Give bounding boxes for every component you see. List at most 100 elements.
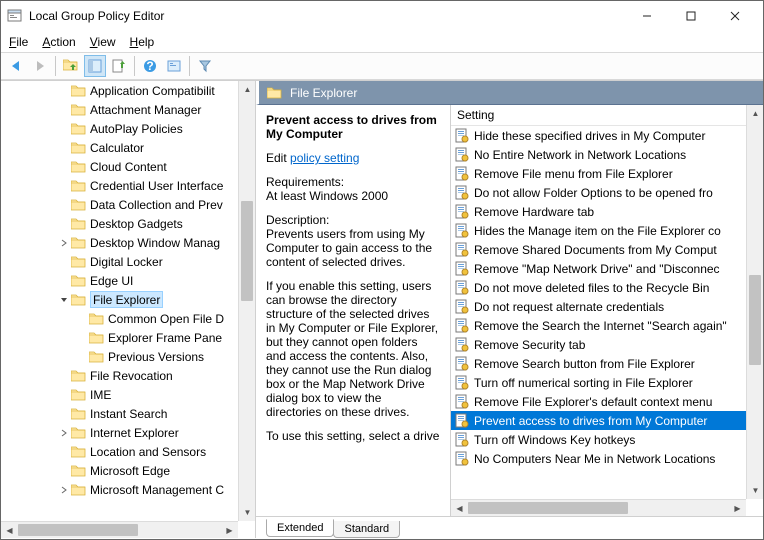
policy-icon bbox=[455, 299, 470, 314]
setting-row[interactable]: Turn off Windows Key hotkeys bbox=[451, 430, 763, 449]
menu-view[interactable]: View bbox=[90, 35, 116, 49]
tree-item[interactable]: Common Open File D bbox=[1, 309, 238, 328]
help-button[interactable]: ? bbox=[139, 55, 161, 77]
tree-horizontal-scrollbar[interactable]: ◀ ▶ bbox=[1, 521, 238, 538]
edit-policy-link[interactable]: policy setting bbox=[290, 151, 359, 165]
setting-row[interactable]: Remove "Map Network Drive" and "Disconne… bbox=[451, 259, 763, 278]
tree-item[interactable]: Calculator bbox=[1, 138, 238, 157]
scroll-right-icon[interactable]: ▶ bbox=[729, 500, 746, 516]
tree-item[interactable]: Digital Locker bbox=[1, 252, 238, 271]
scroll-thumb[interactable] bbox=[468, 502, 628, 514]
settings-vertical-scrollbar[interactable]: ▲ ▼ bbox=[746, 105, 763, 499]
setting-row[interactable]: Remove File Explorer's default context m… bbox=[451, 392, 763, 411]
scroll-right-icon[interactable]: ▶ bbox=[221, 522, 238, 538]
setting-row[interactable]: No Entire Network in Network Locations bbox=[451, 145, 763, 164]
scroll-up-icon[interactable]: ▲ bbox=[747, 105, 763, 122]
properties-button[interactable] bbox=[163, 55, 185, 77]
menu-file[interactable]: File bbox=[9, 35, 28, 49]
tree-item[interactable]: File Revocation bbox=[1, 366, 238, 385]
tree-vertical-scrollbar[interactable]: ▲ ▼ bbox=[238, 81, 255, 521]
tree-item[interactable]: Attachment Manager bbox=[1, 100, 238, 119]
scroll-down-icon[interactable]: ▼ bbox=[747, 482, 763, 499]
tree-item[interactable]: Previous Versions bbox=[1, 347, 238, 366]
show-tree-button[interactable] bbox=[84, 55, 106, 77]
setting-row[interactable]: Hide these specified drives in My Comput… bbox=[451, 126, 763, 145]
setting-row[interactable]: Remove Security tab bbox=[451, 335, 763, 354]
svg-text:?: ? bbox=[146, 59, 153, 73]
setting-row[interactable]: Remove the Search the Internet "Search a… bbox=[451, 316, 763, 335]
folder-icon bbox=[71, 160, 86, 173]
window-title: Local Group Policy Editor bbox=[29, 9, 625, 23]
tab-standard[interactable]: Standard bbox=[333, 521, 400, 538]
policy-icon bbox=[455, 337, 470, 352]
tree-item[interactable]: Credential User Interface bbox=[1, 176, 238, 195]
setting-row[interactable]: Do not request alternate credentials bbox=[451, 297, 763, 316]
tree-item[interactable]: IME bbox=[1, 385, 238, 404]
scroll-up-icon[interactable]: ▲ bbox=[239, 81, 256, 98]
policy-icon bbox=[455, 413, 470, 428]
scroll-left-icon[interactable]: ◀ bbox=[1, 522, 18, 538]
setting-row[interactable]: Hides the Manage item on the File Explor… bbox=[451, 221, 763, 240]
scroll-down-icon[interactable]: ▼ bbox=[239, 504, 256, 521]
menu-action[interactable]: Action bbox=[42, 35, 75, 49]
chevron-right-icon[interactable] bbox=[57, 239, 71, 247]
close-button[interactable] bbox=[713, 2, 757, 30]
setting-label: Remove File menu from File Explorer bbox=[474, 167, 673, 181]
tree-view[interactable]: Application Compatibilit Attachment Manag… bbox=[1, 81, 238, 521]
maximize-button[interactable] bbox=[669, 2, 713, 30]
tree-item[interactable]: Data Collection and Prev bbox=[1, 195, 238, 214]
tree-item[interactable]: Desktop Gadgets bbox=[1, 214, 238, 233]
setting-row[interactable]: Prevent access to drives from My Compute… bbox=[451, 411, 763, 430]
up-folder-button[interactable] bbox=[60, 55, 82, 77]
menu-help[interactable]: Help bbox=[130, 35, 155, 49]
folder-icon bbox=[71, 179, 86, 192]
policy-icon bbox=[455, 242, 470, 257]
setting-row[interactable]: No Computers Near Me in Network Location… bbox=[451, 449, 763, 468]
filter-button[interactable] bbox=[194, 55, 216, 77]
tree-item[interactable]: Instant Search bbox=[1, 404, 238, 423]
folder-icon bbox=[71, 426, 86, 439]
policy-icon bbox=[455, 204, 470, 219]
setting-row[interactable]: Remove Shared Documents from My Comput bbox=[451, 240, 763, 259]
folder-icon bbox=[89, 350, 104, 363]
settings-horizontal-scrollbar[interactable]: ◀ ▶ bbox=[451, 499, 746, 516]
tree-item[interactable]: Explorer Frame Pane bbox=[1, 328, 238, 347]
chevron-right-icon[interactable] bbox=[57, 429, 71, 437]
policy-icon bbox=[455, 166, 470, 181]
back-button[interactable] bbox=[5, 55, 27, 77]
folder-icon bbox=[89, 331, 104, 344]
tree-item[interactable]: Microsoft Management C bbox=[1, 480, 238, 499]
tree-item[interactable]: Internet Explorer bbox=[1, 423, 238, 442]
scroll-thumb[interactable] bbox=[241, 201, 253, 301]
settings-list-pane: Setting Hide these specified drives in M… bbox=[451, 105, 763, 516]
scroll-left-icon[interactable]: ◀ bbox=[451, 500, 468, 516]
tree-item[interactable]: Desktop Window Manag bbox=[1, 233, 238, 252]
tree-item[interactable]: Microsoft Edge bbox=[1, 461, 238, 480]
export-list-button[interactable] bbox=[108, 55, 130, 77]
setting-row[interactable]: Remove Search button from File Explorer bbox=[451, 354, 763, 373]
minimize-button[interactable] bbox=[625, 2, 669, 30]
setting-row[interactable]: Do not move deleted files to the Recycle… bbox=[451, 278, 763, 297]
description-p2: If you enable this setting, users can br… bbox=[266, 279, 440, 419]
tree-item[interactable]: AutoPlay Policies bbox=[1, 119, 238, 138]
setting-row[interactable]: Remove File menu from File Explorer bbox=[451, 164, 763, 183]
chevron-right-icon[interactable] bbox=[57, 486, 71, 494]
settings-column-header[interactable]: Setting bbox=[451, 105, 763, 126]
setting-row[interactable]: Turn off numerical sorting in File Explo… bbox=[451, 373, 763, 392]
tree-item-label: Attachment Manager bbox=[90, 103, 201, 117]
setting-row[interactable]: Do not allow Folder Options to be opened… bbox=[451, 183, 763, 202]
tab-extended[interactable]: Extended bbox=[266, 519, 334, 537]
scroll-thumb[interactable] bbox=[749, 275, 761, 365]
scroll-thumb[interactable] bbox=[18, 524, 138, 536]
tree-item[interactable]: Application Compatibilit bbox=[1, 81, 238, 100]
setting-label: Turn off Windows Key hotkeys bbox=[474, 433, 635, 447]
forward-button[interactable] bbox=[29, 55, 51, 77]
chevron-down-icon[interactable] bbox=[57, 296, 71, 304]
tree-item[interactable]: File Explorer bbox=[1, 290, 238, 309]
requirements: Requirements:At least Windows 2000 bbox=[266, 175, 440, 203]
settings-list[interactable]: Hide these specified drives in My Comput… bbox=[451, 126, 763, 468]
setting-row[interactable]: Remove Hardware tab bbox=[451, 202, 763, 221]
tree-item[interactable]: Cloud Content bbox=[1, 157, 238, 176]
tree-item[interactable]: Location and Sensors bbox=[1, 442, 238, 461]
tree-item[interactable]: Edge UI bbox=[1, 271, 238, 290]
